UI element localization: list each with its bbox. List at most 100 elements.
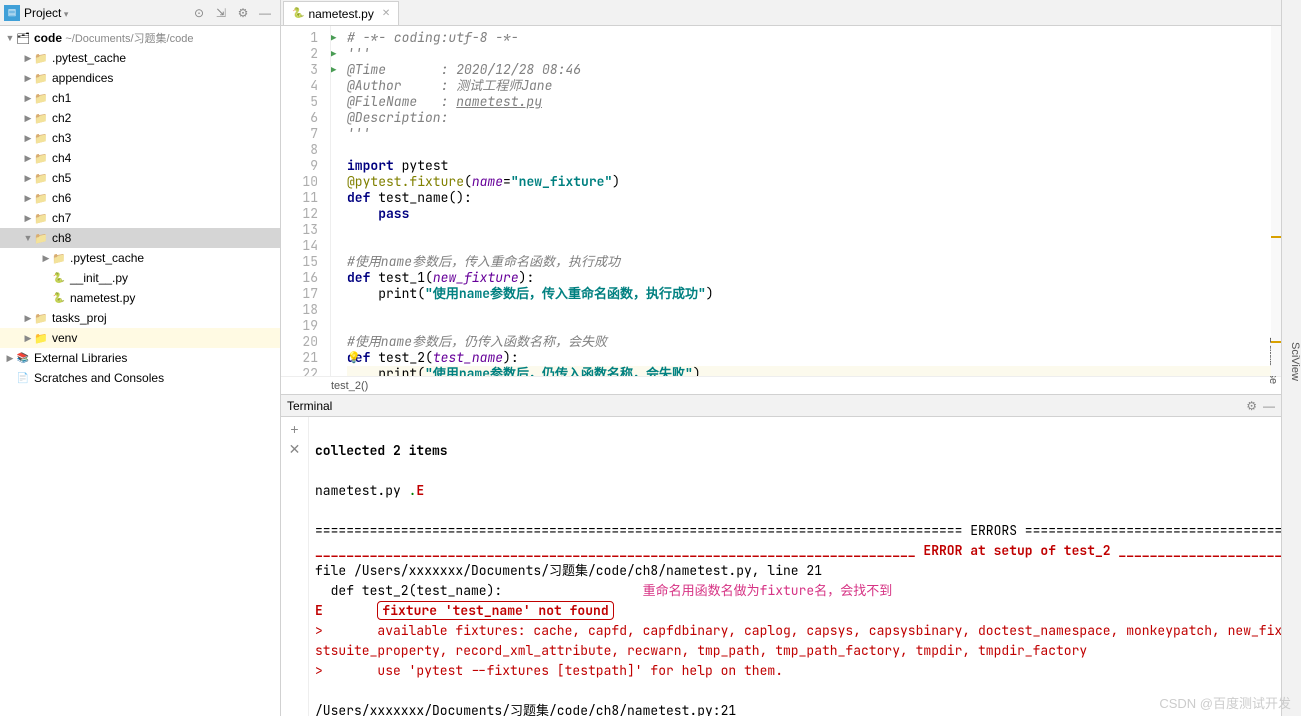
tree-label: .pytest_cache bbox=[52, 51, 126, 65]
hide-icon[interactable]: — bbox=[256, 4, 274, 22]
tree-item[interactable]: ▶ External Libraries bbox=[0, 348, 280, 368]
right-toolbar: SciView Database bbox=[1281, 0, 1301, 716]
terminal-sidebar: + ✕ bbox=[281, 417, 309, 716]
run-gutter-icon[interactable]: ▶ bbox=[331, 62, 341, 78]
intention-bulb-icon[interactable]: 💡 bbox=[347, 350, 361, 366]
code-line[interactable]: 💡def test_2(test_name): bbox=[347, 350, 1281, 366]
code-line[interactable]: import pytest bbox=[347, 158, 1281, 174]
code-line[interactable] bbox=[347, 302, 1281, 318]
line-gutter: 12345678910111213141516171819202122 bbox=[281, 26, 331, 376]
chevron-right-icon[interactable]: ▶ bbox=[4, 353, 16, 364]
code-line[interactable]: ''' bbox=[347, 126, 1281, 142]
chevron-right-icon[interactable]: ▶ bbox=[22, 133, 34, 144]
code-line[interactable]: print("使用name参数后，仍传入函数名称，会失败") bbox=[347, 366, 1281, 376]
chevron-right-icon[interactable]: ▶ bbox=[22, 53, 34, 64]
close-terminal-button[interactable]: ✕ bbox=[287, 441, 303, 457]
expand-icon[interactable]: ⇲ bbox=[212, 4, 230, 22]
code-line[interactable] bbox=[347, 222, 1281, 238]
chevron-right-icon[interactable]: ▶ bbox=[22, 153, 34, 164]
code-line[interactable]: @Author : 测试工程师Jane bbox=[347, 78, 1281, 94]
locate-icon[interactable]: ⊙ bbox=[190, 4, 208, 22]
tab-nametest[interactable]: 🐍 nametest.py ✕ bbox=[283, 1, 399, 25]
chevron-right-icon[interactable]: ▶ bbox=[22, 93, 34, 104]
error-stripe[interactable] bbox=[1271, 26, 1281, 376]
add-terminal-button[interactable]: + bbox=[287, 421, 303, 437]
chevron-right-icon[interactable]: ▶ bbox=[22, 313, 34, 324]
code-line[interactable]: #使用name参数后，仍传入函数名称，会失败 bbox=[347, 334, 1281, 350]
code-line[interactable]: pass bbox=[347, 206, 1281, 222]
chevron-down-icon[interactable]: ▼ bbox=[4, 33, 16, 43]
chevron-right-icon[interactable]: ▶ bbox=[22, 173, 34, 184]
chevron-right-icon[interactable]: ▶ bbox=[22, 73, 34, 84]
code-line[interactable]: @Description: bbox=[347, 110, 1281, 126]
tree-item[interactable]: ▶ch7 bbox=[0, 208, 280, 228]
project-title[interactable]: Project bbox=[24, 6, 68, 20]
library-icon bbox=[16, 351, 30, 365]
folder-icon bbox=[34, 311, 48, 325]
code-line[interactable] bbox=[347, 318, 1281, 334]
tree-item[interactable]: ▶ch3 bbox=[0, 128, 280, 148]
tree-item[interactable]: ▶appendices bbox=[0, 68, 280, 88]
code-line[interactable]: @Time : 2020/12/28 08:46 bbox=[347, 62, 1281, 78]
folder-icon bbox=[34, 211, 48, 225]
code-line[interactable]: ''' bbox=[347, 46, 1281, 62]
folder-icon bbox=[34, 231, 48, 245]
gear-icon[interactable]: ⚙ bbox=[234, 4, 252, 22]
tree-item[interactable]: ▶ venv bbox=[0, 328, 280, 348]
chevron-right-icon[interactable]: ▶ bbox=[22, 193, 34, 204]
tree-item[interactable]: ▶ch4 bbox=[0, 148, 280, 168]
chevron-down-icon[interactable]: ▼ bbox=[22, 233, 34, 243]
tree-item[interactable]: ▶__init__.py bbox=[0, 268, 280, 288]
tree-item[interactable]: ▶ch6 bbox=[0, 188, 280, 208]
tree-item[interactable]: ▶ ch5 bbox=[0, 168, 280, 188]
terminal-output[interactable]: collected 2 items nametest.py .E [100%] … bbox=[309, 417, 1281, 716]
tree-item[interactable]: ▶ .pytest_cache bbox=[0, 48, 280, 68]
tree-label: External Libraries bbox=[34, 351, 127, 365]
code-line[interactable]: @pytest.fixture(name="new_fixture") bbox=[347, 174, 1281, 190]
code-line[interactable]: def test_name(): bbox=[347, 190, 1281, 206]
tab-sciview[interactable]: SciView bbox=[1289, 338, 1301, 385]
tree-label: ch2 bbox=[52, 111, 71, 125]
tree-label: ch5 bbox=[52, 171, 71, 185]
chevron-right-icon[interactable]: ▶ bbox=[40, 253, 52, 264]
code-editor[interactable]: 12345678910111213141516171819202122 ▶▶▶ … bbox=[281, 26, 1281, 376]
hide-icon[interactable]: — bbox=[1263, 399, 1275, 413]
code-line[interactable] bbox=[347, 142, 1281, 158]
chevron-right-icon[interactable]: ▶ bbox=[22, 113, 34, 124]
chevron-right-icon[interactable]: ▶ bbox=[22, 213, 34, 224]
folder-icon bbox=[34, 331, 48, 345]
tree-label: ch1 bbox=[52, 91, 71, 105]
tree-item[interactable]: ▶ ch2 bbox=[0, 108, 280, 128]
tree-label: .pytest_cache bbox=[70, 251, 144, 265]
project-toolbar: ▤ Project ⊙ ⇲ ⚙ — bbox=[0, 0, 280, 26]
close-icon[interactable]: ✕ bbox=[382, 8, 390, 19]
code-line[interactable]: def test_1(new_fixture): bbox=[347, 270, 1281, 286]
code-line[interactable] bbox=[347, 238, 1281, 254]
chevron-right-icon[interactable]: ▶ bbox=[22, 333, 34, 344]
tree-item[interactable]: ▶tasks_proj bbox=[0, 308, 280, 328]
code-line[interactable]: #使用name参数后，传入重命名函数，执行成功 bbox=[347, 254, 1281, 270]
collected-line: collected 2 items bbox=[315, 442, 448, 459]
project-tree[interactable]: ▼ code ~/Documents/习题集/code ▶ .pytest_cac… bbox=[0, 26, 280, 716]
tree-item[interactable]: ▶Scratches and Consoles bbox=[0, 368, 280, 388]
breadcrumb[interactable]: test_2() bbox=[281, 376, 1281, 394]
editor-panel: 🐍 nametest.py ✕ 123456789101112131415161… bbox=[281, 0, 1281, 716]
terminal-title[interactable]: Terminal bbox=[287, 399, 332, 413]
run-marks[interactable]: ▶▶▶ bbox=[331, 26, 341, 376]
tree-label: venv bbox=[52, 331, 77, 345]
tree-root[interactable]: ▼ code ~/Documents/习题集/code bbox=[0, 28, 280, 48]
annotation: 重命名用函数名做为fixture名，会找不到 bbox=[643, 582, 893, 599]
tree-item[interactable]: ▼ch8 bbox=[0, 228, 280, 248]
tree-item[interactable]: ▶ .pytest_cache bbox=[0, 248, 280, 268]
code-line[interactable]: # -*- coding:utf-8 -*- bbox=[347, 30, 1281, 46]
code-line[interactable]: print("使用name参数后，传入重命名函数，执行成功") bbox=[347, 286, 1281, 302]
folder-icon bbox=[34, 131, 48, 145]
tree-item[interactable]: ▶ ch1 bbox=[0, 88, 280, 108]
tree-label: Scratches and Consoles bbox=[34, 371, 164, 385]
run-gutter-icon[interactable]: ▶ bbox=[331, 30, 341, 46]
code-line[interactable]: @FileName : nametest.py bbox=[347, 94, 1281, 110]
run-gutter-icon[interactable]: ▶ bbox=[331, 46, 341, 62]
project-icon: ▤ bbox=[4, 5, 20, 21]
tree-item[interactable]: ▶nametest.py bbox=[0, 288, 280, 308]
gear-icon[interactable]: ⚙ bbox=[1246, 399, 1257, 413]
